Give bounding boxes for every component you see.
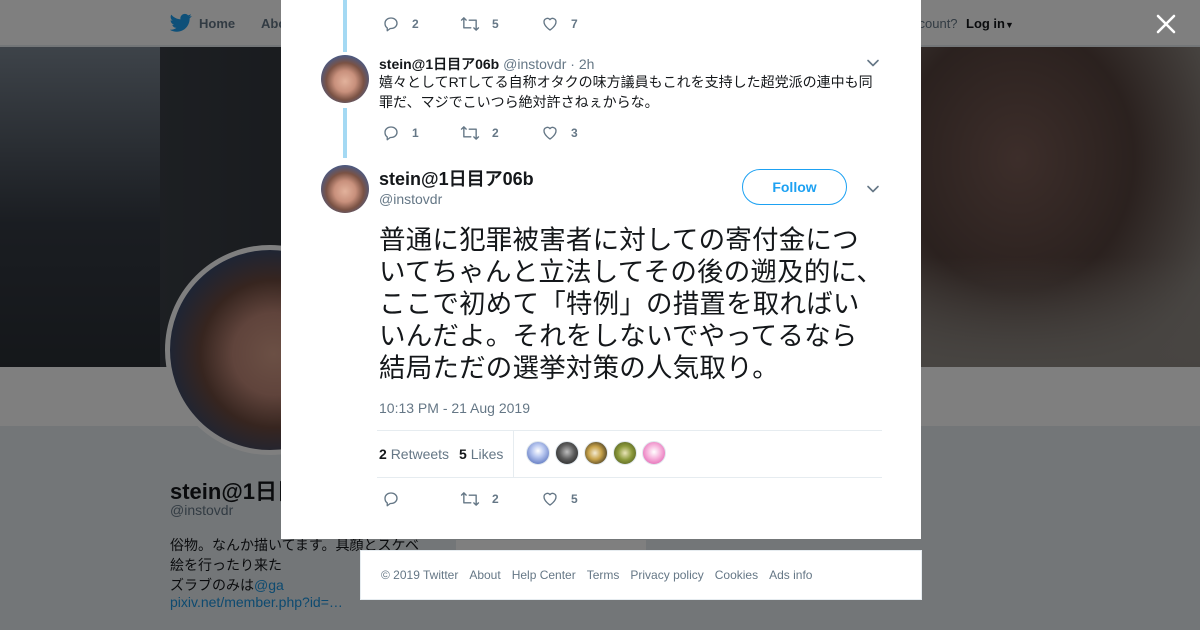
heart-icon: [543, 126, 557, 140]
liker-avatar[interactable]: [613, 441, 637, 465]
like-button[interactable]: 5: [541, 490, 578, 508]
retweets-stat-count: 2: [379, 446, 387, 462]
likes-stat[interactable]: 5 Likes: [459, 446, 503, 462]
retweet-count: 2: [492, 126, 499, 140]
footer-link-cookies[interactable]: Cookies: [715, 568, 758, 582]
retweet-count: 5: [492, 17, 499, 31]
liker-avatar[interactable]: [642, 441, 666, 465]
like-count: 5: [571, 492, 578, 506]
liker-avatar[interactable]: [584, 441, 608, 465]
main-tweet-timestamp[interactable]: 10:13 PM - 21 Aug 2019: [379, 400, 530, 416]
reply-count: 2: [412, 17, 419, 31]
footer-link-about[interactable]: About: [469, 568, 500, 582]
reply-button[interactable]: [382, 490, 400, 508]
main-tweet-author-handle[interactable]: @instovdr: [379, 191, 442, 207]
chevron-down-icon[interactable]: [865, 55, 881, 71]
footer-link-privacy[interactable]: Privacy policy: [630, 568, 703, 582]
reply-icon: [384, 17, 398, 32]
thread-connector: [343, 0, 347, 52]
retweet-icon: [460, 17, 480, 31]
retweet-icon: [460, 492, 480, 506]
footer-link-ads-info[interactable]: Ads info: [769, 568, 812, 582]
liker-avatar[interactable]: [555, 441, 579, 465]
footer-link-help-center[interactable]: Help Center: [512, 568, 576, 582]
modal-footer: © 2019 Twitter About Help Center Terms P…: [360, 550, 922, 600]
likes-stat-label: Likes: [470, 446, 504, 462]
tweet-avatar[interactable]: [321, 55, 369, 103]
reply-icon: [384, 492, 398, 507]
tweet-modal: 2 5 7 stein@1日目ア06b @instovdr · 2h 嬉々として…: [281, 0, 921, 539]
main-tweet-text: 普通に犯罪被害者に対しての寄付金についてちゃんと立法してその後の遡及的に、ここで…: [379, 225, 884, 384]
reply-count: 1: [412, 126, 419, 140]
stats-divider: [513, 431, 514, 477]
likers-avatars: [526, 441, 666, 465]
retweet-count: 2: [492, 492, 499, 506]
tweet-stats: 2 Retweets 5 Likes: [377, 430, 882, 478]
likes-stat-count: 5: [459, 446, 467, 462]
tweet-author-handle[interactable]: @instovdr: [503, 56, 566, 72]
retweet-button[interactable]: 2: [460, 490, 499, 508]
close-icon[interactable]: [1152, 10, 1180, 38]
footer-copyright: © 2019 Twitter: [381, 568, 459, 582]
liker-avatar[interactable]: [526, 441, 550, 465]
reply-icon: [384, 126, 398, 141]
retweets-stat[interactable]: 2 Retweets: [379, 446, 449, 462]
chevron-down-icon[interactable]: [865, 181, 881, 197]
footer-link-terms[interactable]: Terms: [587, 568, 620, 582]
retweets-stat-label: Retweets: [390, 446, 450, 462]
retweet-button[interactable]: 2: [460, 124, 499, 142]
thread-connector: [343, 108, 347, 158]
like-count: 7: [571, 17, 578, 31]
like-button[interactable]: 3: [541, 124, 578, 142]
main-tweet-avatar[interactable]: [321, 165, 369, 213]
main-tweet-author-name[interactable]: stein@1日目ア06b: [379, 165, 534, 191]
tweet-text: 嬉々としてRTしてる自称オタクの味方議員もこれを支持した超党派の連中も同罪だ、マ…: [379, 74, 873, 110]
heart-icon: [543, 17, 557, 31]
retweet-button[interactable]: 5: [460, 15, 499, 33]
tweet-header: stein@1日目ア06b @instovdr · 2h: [379, 54, 594, 74]
reply-button[interactable]: 2: [382, 15, 419, 33]
tweet-time[interactable]: · 2h: [570, 56, 594, 72]
like-button[interactable]: 7: [541, 15, 578, 33]
like-count: 3: [571, 126, 578, 140]
heart-icon: [543, 492, 557, 506]
retweet-icon: [460, 126, 480, 140]
follow-button[interactable]: Follow: [742, 169, 847, 205]
tweet-author-name[interactable]: stein@1日目ア06b: [379, 56, 499, 72]
reply-button[interactable]: 1: [382, 124, 419, 142]
